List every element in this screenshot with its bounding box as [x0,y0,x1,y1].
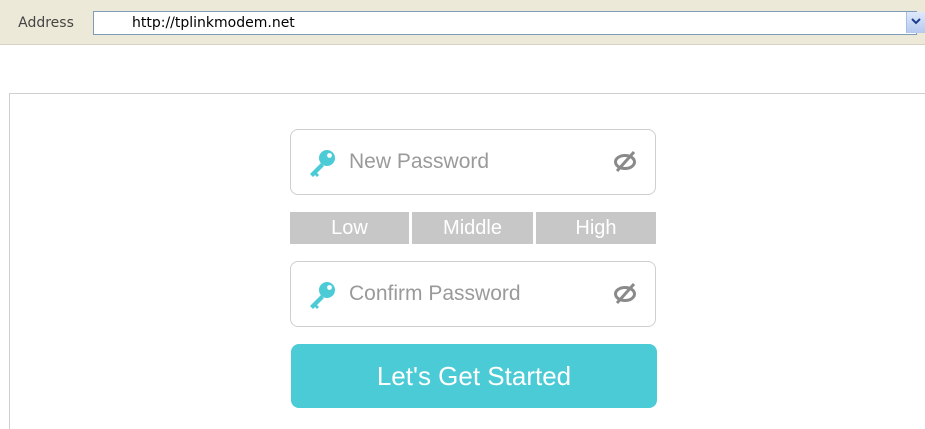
confirm-password-field[interactable] [290,261,656,327]
eye-slash-icon[interactable] [612,282,638,304]
strength-low: Low [290,212,409,244]
strength-high: High [536,212,656,244]
address-input[interactable]: http://tplinkmodem.net [93,11,917,35]
strength-middle: Middle [412,212,533,244]
new-password-field[interactable] [290,129,656,195]
chevron-down-icon [911,18,921,25]
address-bar: Address http://tplinkmodem.net [0,0,925,45]
eye-slash-icon[interactable] [612,150,638,172]
password-strength-meter: Low Middle High [290,212,656,244]
lets-get-started-button[interactable]: Let's Get Started [291,344,657,408]
address-dropdown-button[interactable] [906,12,925,33]
key-icon [310,150,335,177]
address-label: Address [18,15,74,31]
confirm-password-input[interactable] [349,276,599,312]
key-icon [310,282,335,309]
address-url: http://tplinkmodem.net [132,15,295,31]
new-password-input[interactable] [349,144,599,180]
